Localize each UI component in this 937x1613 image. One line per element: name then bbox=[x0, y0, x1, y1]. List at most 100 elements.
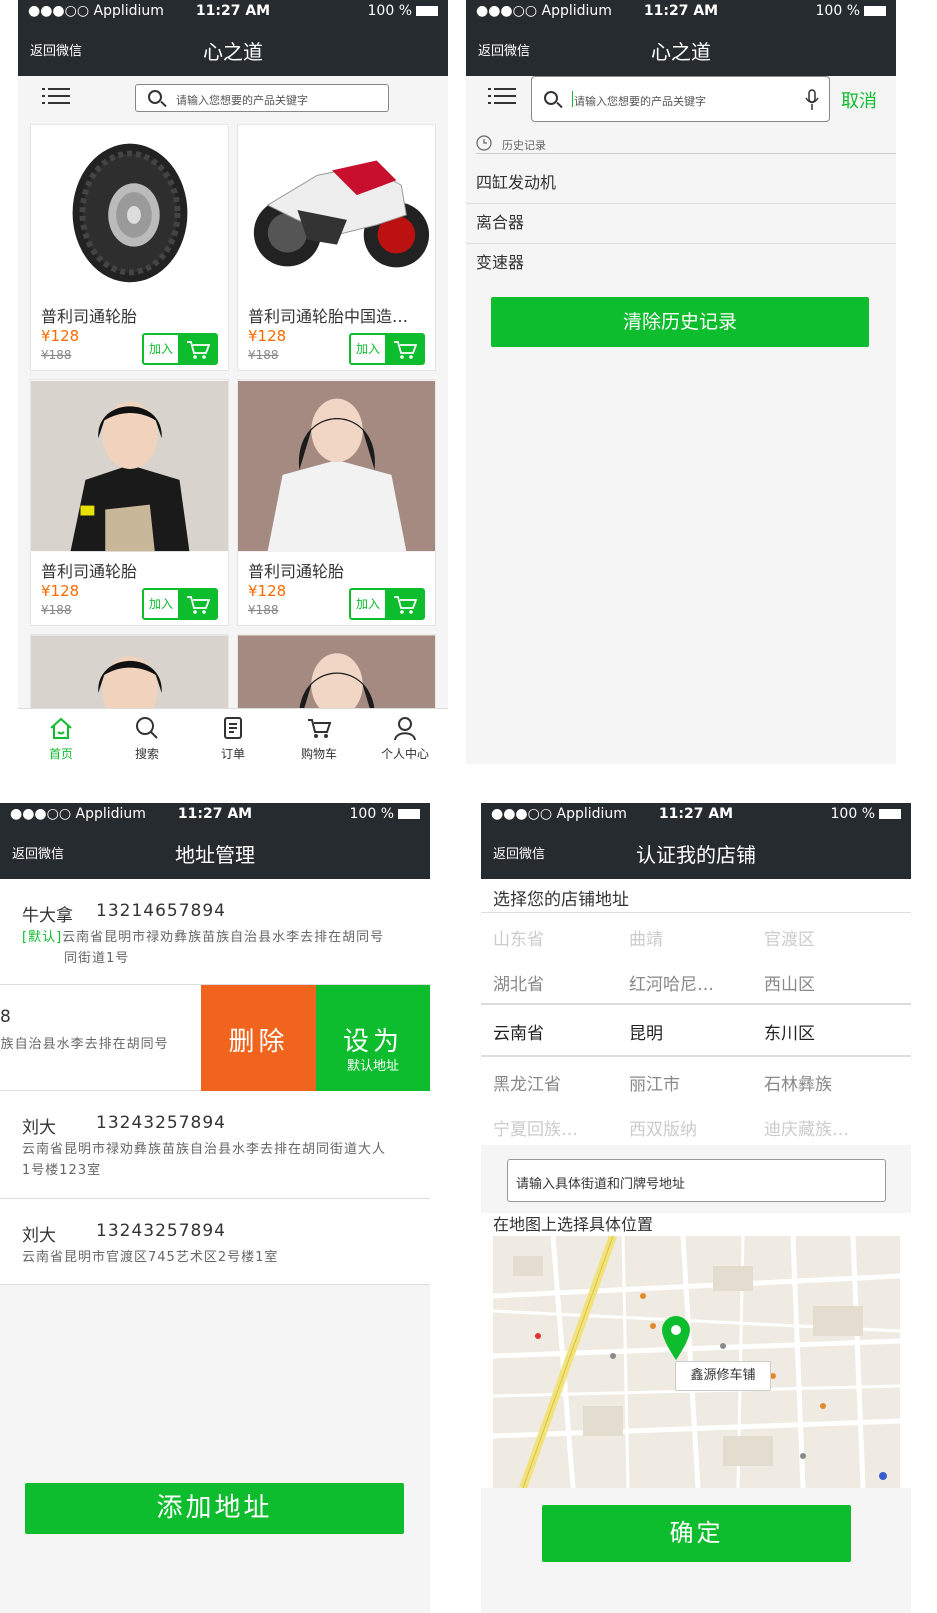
girl-black-shirt-image bbox=[31, 635, 228, 715]
product-card[interactable]: 普利司通轮胎中国造… ¥128 ¥188 加入 bbox=[237, 124, 436, 371]
clear-history-button[interactable]: 清除历史记录 bbox=[491, 297, 869, 347]
contact-phone: 8 bbox=[0, 1007, 11, 1027]
picker-province[interactable]: 黑龙江省 bbox=[493, 1070, 561, 1095]
address-item[interactable]: 牛大拿 13214657894 [默认]云南省昆明市禄劝彝族苗族自治县水李去排在… bbox=[0, 879, 430, 985]
history-item[interactable]: 四缸发动机 bbox=[466, 164, 896, 204]
search-input[interactable]: 请输入您想要的产品关键字 bbox=[135, 84, 389, 112]
tire-image bbox=[31, 125, 228, 295]
screen-verify-store: ●●●○○ Applidium 11:27 AM 100 % 返回微信 认证我的… bbox=[481, 803, 911, 1613]
add-address-button[interactable]: 添加地址 bbox=[25, 1483, 404, 1534]
product-card[interactable]: 普利司通轮胎 ¥128 ¥188 加入 bbox=[237, 379, 436, 626]
page-title: 心之道 bbox=[203, 40, 263, 64]
set-label: 设为 bbox=[342, 1027, 403, 1057]
add-to-cart-button[interactable]: 加入 bbox=[142, 588, 218, 620]
microphone-icon[interactable] bbox=[805, 89, 819, 111]
history-item[interactable]: 离合器 bbox=[466, 204, 896, 244]
tab-orders[interactable]: 订单 bbox=[190, 709, 276, 764]
picker-province[interactable]: 云南省 bbox=[493, 1019, 544, 1044]
picker-city[interactable]: 红河哈尼… bbox=[629, 970, 714, 995]
product-card[interactable]: 普利司通轮胎 ¥128 ¥188 加入 bbox=[30, 379, 229, 626]
battery-level: 100 % bbox=[367, 3, 412, 19]
contact-phone: 13243257894 bbox=[96, 1221, 226, 1241]
screen-search-history: ●●●○○ Applidium 11:27 AM 100 % 返回微信 心之道 … bbox=[466, 0, 896, 764]
history-header: 历史记录 bbox=[476, 134, 896, 154]
picker-province[interactable]: 宁夏回族… bbox=[493, 1115, 578, 1140]
tab-label: 购物车 bbox=[300, 747, 337, 761]
location-pin-icon bbox=[662, 1316, 690, 1360]
set-default-button[interactable]: 设为 默认地址 bbox=[316, 985, 430, 1091]
picker-city[interactable]: 昆明 bbox=[629, 1019, 663, 1044]
street-address-input[interactable]: 请输入具体街道和门牌号地址 bbox=[507, 1159, 886, 1202]
contact-name: 牛大拿 bbox=[22, 906, 73, 926]
picker-district[interactable]: 石林彝族 bbox=[764, 1070, 832, 1095]
add-to-cart-button[interactable]: 加入 bbox=[142, 333, 218, 365]
picker-province[interactable]: 山东省 bbox=[493, 925, 544, 950]
tab-label: 个人中心 bbox=[380, 747, 429, 761]
delete-button[interactable]: 删除 bbox=[201, 985, 316, 1091]
add-to-cart-button[interactable]: 加入 bbox=[349, 333, 425, 365]
picker-row: 山东省 曲靖 官渡区 bbox=[481, 913, 911, 959]
search-input[interactable]: 请输入您想要的产品关键字 bbox=[531, 76, 830, 122]
battery-level: 100 % bbox=[830, 806, 875, 822]
picker-district[interactable]: 迪庆藏族… bbox=[764, 1115, 849, 1140]
delete-label: 删除 bbox=[228, 1027, 289, 1057]
picker-city[interactable]: 西双版纳 bbox=[629, 1115, 697, 1140]
tab-home[interactable]: 首页 bbox=[18, 709, 104, 764]
tab-cart[interactable]: 购物车 bbox=[276, 709, 362, 764]
product-card[interactable] bbox=[30, 634, 229, 715]
region-picker[interactable]: 山东省 曲靖 官渡区 湖北省 红河哈尼… 西山区 云南省 昆明 东川区 黑龙江省… bbox=[481, 913, 911, 1153]
cancel-button[interactable]: 取消 bbox=[841, 87, 877, 113]
set-sublabel: 默认地址 bbox=[346, 1059, 399, 1074]
address-item[interactable]: 刘大 13243257894 云南省昆明市官渡区745艺术区2号楼1室 bbox=[0, 1199, 430, 1285]
add-label: 加入 bbox=[355, 597, 380, 611]
contact-phone: 13214657894 bbox=[96, 901, 226, 921]
search-placeholder: 请输入您想要的产品关键字 bbox=[176, 94, 308, 107]
address-line: 同街道1号 bbox=[64, 951, 130, 966]
menu-icon[interactable] bbox=[488, 88, 516, 108]
picker-district[interactable]: 东川区 bbox=[764, 1019, 815, 1044]
search-icon bbox=[136, 717, 158, 739]
picker-city[interactable]: 丽江市 bbox=[629, 1070, 680, 1095]
tab-profile[interactable]: 个人中心 bbox=[362, 709, 448, 764]
history-item[interactable]: 变速器 bbox=[466, 244, 896, 284]
picker-province[interactable]: 湖北省 bbox=[493, 970, 544, 995]
contact-phone: 13243257894 bbox=[96, 1113, 226, 1133]
girl-white-shirt-image bbox=[238, 380, 435, 552]
tab-search[interactable]: 搜索 bbox=[104, 709, 190, 764]
tab-label: 首页 bbox=[48, 747, 73, 761]
product-name: 普利司通轮胎中国造… bbox=[248, 307, 409, 326]
add-to-cart-button[interactable]: 加入 bbox=[349, 588, 425, 620]
cart-icon bbox=[178, 590, 216, 618]
picker-district[interactable]: 西山区 bbox=[764, 970, 815, 995]
address-item[interactable]: 刘大 13243257894 云南省昆明市禄劝彝族苗族自治县水李去排在胡同街道大… bbox=[0, 1091, 430, 1199]
product-card[interactable]: 普利司通轮胎 ¥128 ¥188 加入 bbox=[30, 124, 229, 371]
cart-icon bbox=[385, 590, 423, 618]
battery: 100 % bbox=[831, 806, 901, 822]
navbar: 返回微信 心之道 bbox=[466, 24, 896, 76]
confirm-button[interactable]: 确定 bbox=[542, 1505, 851, 1562]
girl-white-shirt-image bbox=[238, 635, 435, 715]
product-card[interactable] bbox=[237, 634, 436, 715]
text-cursor bbox=[572, 91, 573, 107]
menu-icon[interactable] bbox=[42, 88, 70, 108]
picker-row: 黑龙江省 丽江市 石林彝族 bbox=[481, 1058, 911, 1104]
address-item-swiped[interactable]: 8 i族自治县水李去排在胡同号 删除 设为 默认地址 bbox=[0, 985, 430, 1091]
navbar: 返回微信 心之道 bbox=[18, 24, 448, 76]
marker-label-text: 鑫源修车铺 bbox=[690, 1368, 756, 1383]
address-line: 1号楼123室 bbox=[22, 1163, 102, 1178]
address-text: 云南省昆明市官渡区745艺术区2号楼1室 bbox=[22, 1250, 279, 1265]
picker-district[interactable]: 官渡区 bbox=[764, 925, 815, 950]
search-icon bbox=[544, 91, 558, 105]
navbar: 返回微信 地址管理 bbox=[0, 827, 430, 879]
map-view[interactable]: 鑫源修车铺 bbox=[493, 1236, 900, 1488]
tab-label: 搜索 bbox=[134, 747, 159, 761]
picker-city[interactable]: 曲靖 bbox=[629, 925, 663, 950]
status-bar: ●●●○○ Applidium 11:27 AM 100 % bbox=[18, 0, 448, 24]
address-line: 云南省昆明市禄劝彝族苗族自治县水李去排在胡同号 bbox=[62, 930, 385, 945]
address-text: [默认]云南省昆明市禄劝彝族苗族自治县水李去排在胡同号 同街道1号 bbox=[22, 927, 422, 969]
add-label: 加入 bbox=[148, 342, 173, 356]
user-icon bbox=[394, 717, 416, 741]
map-marker-label: 鑫源修车铺 bbox=[675, 1361, 771, 1391]
map-title: 在地图上选择具体位置 bbox=[493, 1215, 654, 1234]
default-badge: [默认] bbox=[22, 930, 63, 945]
